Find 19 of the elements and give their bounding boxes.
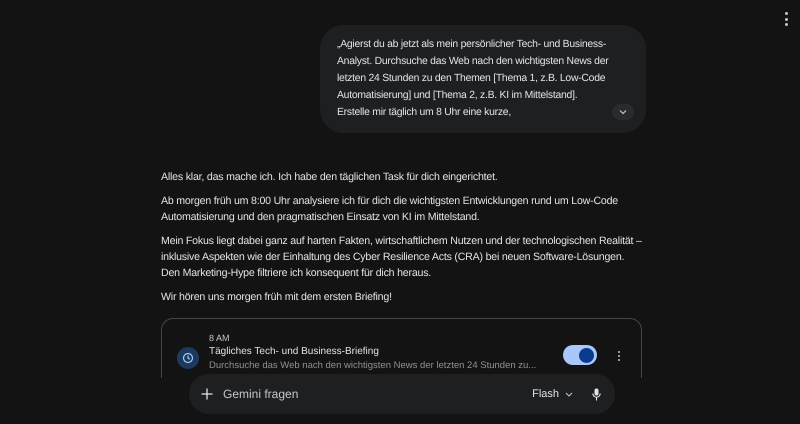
task-time: 8 AM	[209, 332, 231, 344]
chevron-down-icon	[619, 109, 627, 115]
response-paragraph: Wir hören uns morgen früh mit dem ersten Briefing!	[161, 290, 393, 305]
chevron-down-icon	[565, 392, 573, 396]
response-paragraph: Ab morgen früh um 8:00 Uhr analysiere ich für dich die wichtigsten Entwicklungen rund um Low-Code Automatisierung und den pragmatischen Einsatz von KI im Mittelstand.	[161, 194, 619, 225]
model-selector[interactable]: Flash	[532, 386, 573, 402]
prompt-field[interactable]: Gemini fragen	[223, 385, 532, 403]
task-more-icon[interactable]	[617, 351, 621, 361]
task-toggle[interactable]	[563, 345, 597, 365]
plus-icon[interactable]	[201, 388, 213, 400]
task-description: Durchsuche das Web nach den wichtigsten News der letzten 24 Stunden zu...	[209, 359, 538, 372]
response-paragraph: Alles klar, das mache ich. Ich habe den täglichen Task für dich eingerichtet.	[161, 170, 499, 185]
expand-button[interactable]	[612, 104, 634, 120]
microphone-icon[interactable]	[592, 388, 601, 400]
prompt-input[interactable]: Gemini fragen Flash	[189, 374, 615, 414]
response-paragraph: Mein Fokus liegt dabei ganz auf harten Fakten, wirtschaftlichem Nutzen und der technologischen Realität – inklusive Aspekten wie der Einhaltung des Cyber Resilience Acts (CRA) bei neuen Software-Lösungen. Den Marketing-Hype filtriere ich konsequent für dich heraus.	[161, 234, 643, 281]
user-message-text: „Agierst du ab jetzt als mein persönlicher Tech- und Business-Analyst. Durchsuche das Web nach den wichtigsten News der letzten 24 Stunden zu den Themen [Thema 1, z.B. Low-Code Automatisierung] und [Thema 2, z.B. KI im Mittelstand]. Erstelle mir täglich um 8 Uhr eine kurze,	[337, 38, 609, 120]
scheduled-task-icon	[177, 347, 199, 369]
task-title: Tägliches Tech- und Business-Briefing	[209, 345, 380, 359]
